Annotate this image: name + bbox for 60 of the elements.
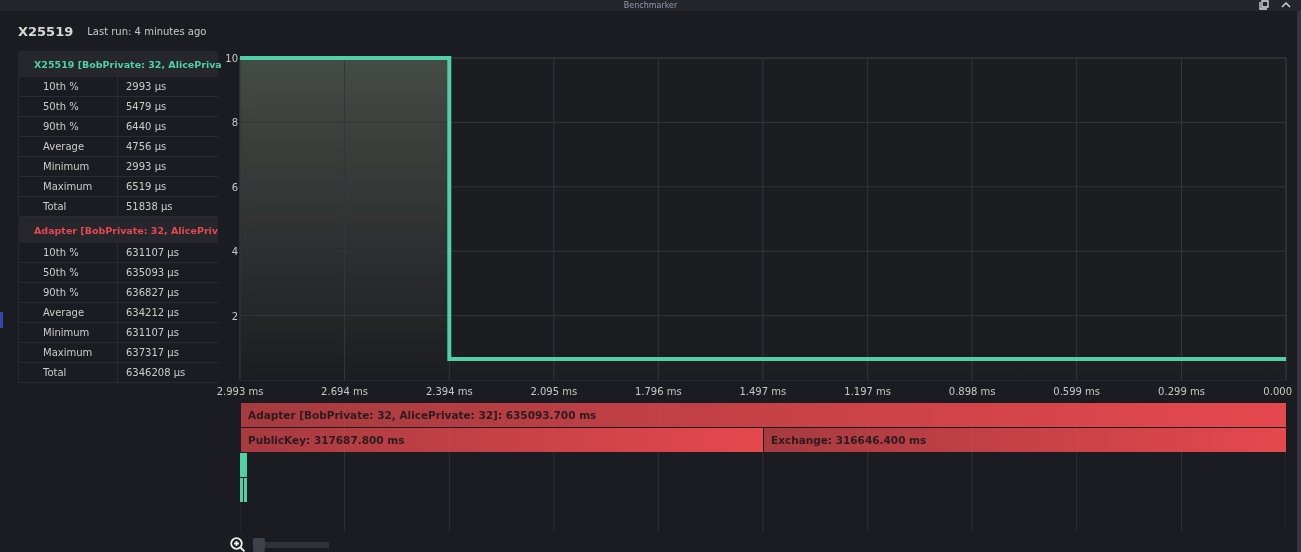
stat-label: 10th % [19, 243, 118, 262]
group-header[interactable]: Adapter [BobPrivate: 32, AlicePriv [18, 217, 218, 243]
x-tick-label: 2.993 ms [216, 386, 264, 397]
x-tick-label: 1.497 ms [739, 386, 787, 397]
popout-icon[interactable] [1259, 0, 1269, 10]
stat-label: 10th % [19, 77, 118, 96]
x-tick-label: 2.095 ms [530, 386, 578, 397]
stat-value: 4756 µs [125, 140, 167, 154]
flame-bar[interactable]: Exchange: 316646.400 ms [763, 428, 1286, 452]
flame-bar[interactable] [240, 478, 243, 502]
benchmark-title: X25519 [18, 23, 74, 39]
stat-label: 90th % [19, 117, 118, 136]
stat-label: Average [19, 303, 118, 322]
stat-label: 50th % [19, 263, 118, 282]
last-run-text: Last run: 4 minutes ago [87, 25, 207, 37]
x-tick-label: 0.898 ms [948, 386, 996, 397]
y-tick-label: 8 [231, 117, 238, 129]
stat-value: 51838 µs [125, 200, 173, 214]
flame-bar[interactable] [240, 453, 247, 477]
slider-thumb[interactable] [253, 537, 265, 552]
stat-label: Average [19, 137, 118, 156]
stat-label: 50th % [19, 97, 118, 116]
stat-value: 636827 µs [125, 286, 179, 300]
window-title: Benchmarker [623, 0, 678, 11]
group-title: Adapter [BobPrivate: 32, AlicePriv [34, 224, 219, 236]
x-tick-label: 2.694 ms [321, 386, 368, 397]
y-tick-label: 2 [231, 310, 238, 322]
stat-label: Total [19, 197, 118, 216]
stat-label: 90th % [19, 283, 118, 302]
stat-label: Maximum [19, 177, 118, 196]
x-tick-label: 0.299 ms [1158, 386, 1205, 397]
stat-value: 637317 µs [125, 346, 179, 360]
x-tick-label: 1.796 ms [634, 386, 682, 397]
stat-value: 6346208 µs [125, 366, 186, 380]
flame-bar[interactable]: Adapter [BobPrivate: 32, AlicePrivate: 32]: 635093.700 ms [240, 403, 1286, 427]
stat-label: Maximum [19, 343, 118, 362]
stat-value: 6440 µs [125, 120, 167, 134]
stat-value: 2993 µs [125, 160, 167, 174]
stat-value: 635093 µs [125, 266, 179, 280]
y-tick-label: 10 [225, 53, 238, 64]
stat-value: 5479 µs [125, 100, 167, 114]
x-tick-label: 1.197 ms [844, 386, 892, 397]
flame-bar[interactable]: PublicKey: 317687.800 ms [240, 428, 763, 452]
x-tick-label: 0.000 [1263, 386, 1292, 397]
y-tick-label: 4 [231, 246, 238, 258]
y-tick-label: 6 [231, 181, 238, 193]
x-tick-label: 0.599 ms [1053, 386, 1101, 397]
resize-handle[interactable] [0, 312, 3, 328]
stat-label: Minimum [19, 157, 118, 176]
stat-value: 631107 µs [125, 246, 179, 260]
stat-value: 2993 µs [125, 80, 167, 94]
chevron-up-icon[interactable] [1281, 1, 1291, 9]
flame-bar[interactable] [244, 478, 247, 502]
x-tick-label: 2.394 ms [425, 386, 473, 397]
stat-value: 6519 µs [125, 180, 167, 194]
stat-value: 631107 µs [125, 326, 179, 340]
zoom-in-icon[interactable] [230, 537, 247, 552]
stat-value: 634212 µs [125, 306, 179, 320]
stat-label: Total [19, 363, 118, 382]
stat-label: Minimum [19, 323, 118, 342]
